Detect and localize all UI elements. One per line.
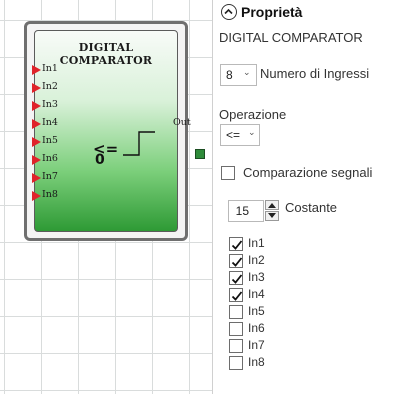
input-pin-7[interactable]: In7 bbox=[32, 171, 92, 184]
input-enable-checkbox[interactable] bbox=[229, 271, 243, 285]
input-pin-label: In4 bbox=[42, 117, 58, 128]
num-inputs-select[interactable]: 8 ⌄ bbox=[220, 64, 257, 86]
operation-label: Operazione bbox=[219, 107, 287, 122]
constant-value: 15 bbox=[235, 204, 249, 218]
checkmark-icon bbox=[231, 240, 243, 250]
checkmark-icon bbox=[231, 257, 243, 267]
constant-stepper[interactable]: 15 bbox=[228, 200, 264, 222]
spin-up-icon[interactable] bbox=[265, 200, 279, 210]
spin-down-icon[interactable] bbox=[265, 211, 279, 221]
input-enable-label: In1 bbox=[248, 236, 265, 250]
num-inputs-label: Numero di Ingressi bbox=[260, 66, 370, 81]
input-enable-row-8[interactable]: In8 bbox=[229, 355, 379, 371]
input-enable-row-3[interactable]: In3 bbox=[229, 270, 379, 286]
input-enable-checkbox[interactable] bbox=[229, 237, 243, 251]
input-enable-label: In2 bbox=[248, 253, 265, 267]
input-enable-checkbox[interactable] bbox=[229, 288, 243, 302]
compare-signals-checkbox[interactable] bbox=[221, 166, 235, 180]
input-enable-row-1[interactable]: In1 bbox=[229, 236, 379, 252]
input-pin-label: In3 bbox=[42, 99, 58, 110]
input-enable-label: In6 bbox=[248, 321, 265, 335]
input-arrow-icon bbox=[32, 65, 41, 75]
step-signal-icon bbox=[123, 131, 155, 156]
input-arrow-icon bbox=[32, 155, 41, 165]
operation-value: <= bbox=[226, 128, 241, 142]
input-pin-4[interactable]: In4 bbox=[32, 117, 92, 130]
input-enable-label: In8 bbox=[248, 355, 265, 369]
input-arrow-icon bbox=[32, 83, 41, 93]
input-enable-row-4[interactable]: In4 bbox=[229, 287, 379, 303]
operation-select[interactable]: <= ⌄ bbox=[220, 124, 260, 146]
input-pin-label: In1 bbox=[42, 63, 58, 74]
input-enable-label: In5 bbox=[248, 304, 265, 318]
input-enable-checkbox[interactable] bbox=[229, 254, 243, 268]
dropdown-chevron-icon: ⌄ bbox=[243, 67, 251, 77]
input-enable-label: In3 bbox=[248, 270, 265, 284]
dropdown-chevron-icon: ⌄ bbox=[248, 127, 256, 137]
output-pin[interactable] bbox=[195, 149, 205, 159]
digital-comparator-block[interactable]: DIGITAL COMPARATOR In1 In2 In3 In4 In5 I… bbox=[24, 21, 205, 241]
compare-signals-label: Comparazione segnali bbox=[243, 165, 373, 180]
output-label: Out bbox=[173, 117, 191, 128]
input-enable-row-7[interactable]: In7 bbox=[229, 338, 379, 354]
block-name: DIGITAL COMPARATOR bbox=[219, 30, 363, 45]
constant-label: Costante bbox=[285, 200, 338, 215]
input-pin-6[interactable]: In6 bbox=[32, 153, 92, 166]
panel-title: Proprietà bbox=[241, 4, 303, 20]
input-arrow-icon bbox=[32, 173, 41, 183]
input-pin-label: In5 bbox=[42, 135, 58, 146]
input-pin-3[interactable]: In3 bbox=[32, 99, 92, 112]
constant-display: 0 bbox=[95, 152, 105, 168]
input-pin-label: In7 bbox=[42, 171, 58, 182]
input-enable-label: In7 bbox=[248, 338, 265, 352]
num-inputs-value: 8 bbox=[226, 68, 233, 82]
block-body: DIGITAL COMPARATOR In1 In2 In3 In4 In5 I… bbox=[32, 30, 205, 232]
input-pin-8[interactable]: In8 bbox=[32, 189, 92, 202]
input-enable-row-2[interactable]: In2 bbox=[229, 253, 379, 269]
input-arrow-icon bbox=[32, 119, 41, 129]
input-enable-label: In4 bbox=[248, 287, 265, 301]
input-pin-1[interactable]: In1 bbox=[32, 63, 92, 76]
input-pin-label: In8 bbox=[42, 189, 58, 200]
input-enable-checkbox[interactable] bbox=[229, 322, 243, 336]
checkmark-icon bbox=[231, 274, 243, 284]
input-arrow-icon bbox=[32, 101, 41, 111]
properties-panel: Proprietà DIGITAL COMPARATOR 8 ⌄ Numero … bbox=[213, 0, 399, 394]
collapse-chevron-up-icon[interactable] bbox=[221, 4, 237, 20]
input-enable-row-5[interactable]: In5 bbox=[229, 304, 379, 320]
input-enable-row-6[interactable]: In6 bbox=[229, 321, 379, 337]
input-enable-checkbox[interactable] bbox=[229, 356, 243, 370]
input-pin-2[interactable]: In2 bbox=[32, 81, 92, 94]
input-arrow-icon bbox=[32, 191, 41, 201]
input-pin-5[interactable]: In5 bbox=[32, 135, 92, 148]
input-enable-checkbox[interactable] bbox=[229, 339, 243, 353]
canvas[interactable]: DIGITAL COMPARATOR In1 In2 In3 In4 In5 I… bbox=[0, 0, 213, 394]
checkmark-icon bbox=[231, 291, 243, 301]
input-pin-label: In2 bbox=[42, 81, 58, 92]
input-enable-checkbox[interactable] bbox=[229, 305, 243, 319]
input-arrow-icon bbox=[32, 137, 41, 147]
input-pin-label: In6 bbox=[42, 153, 58, 164]
